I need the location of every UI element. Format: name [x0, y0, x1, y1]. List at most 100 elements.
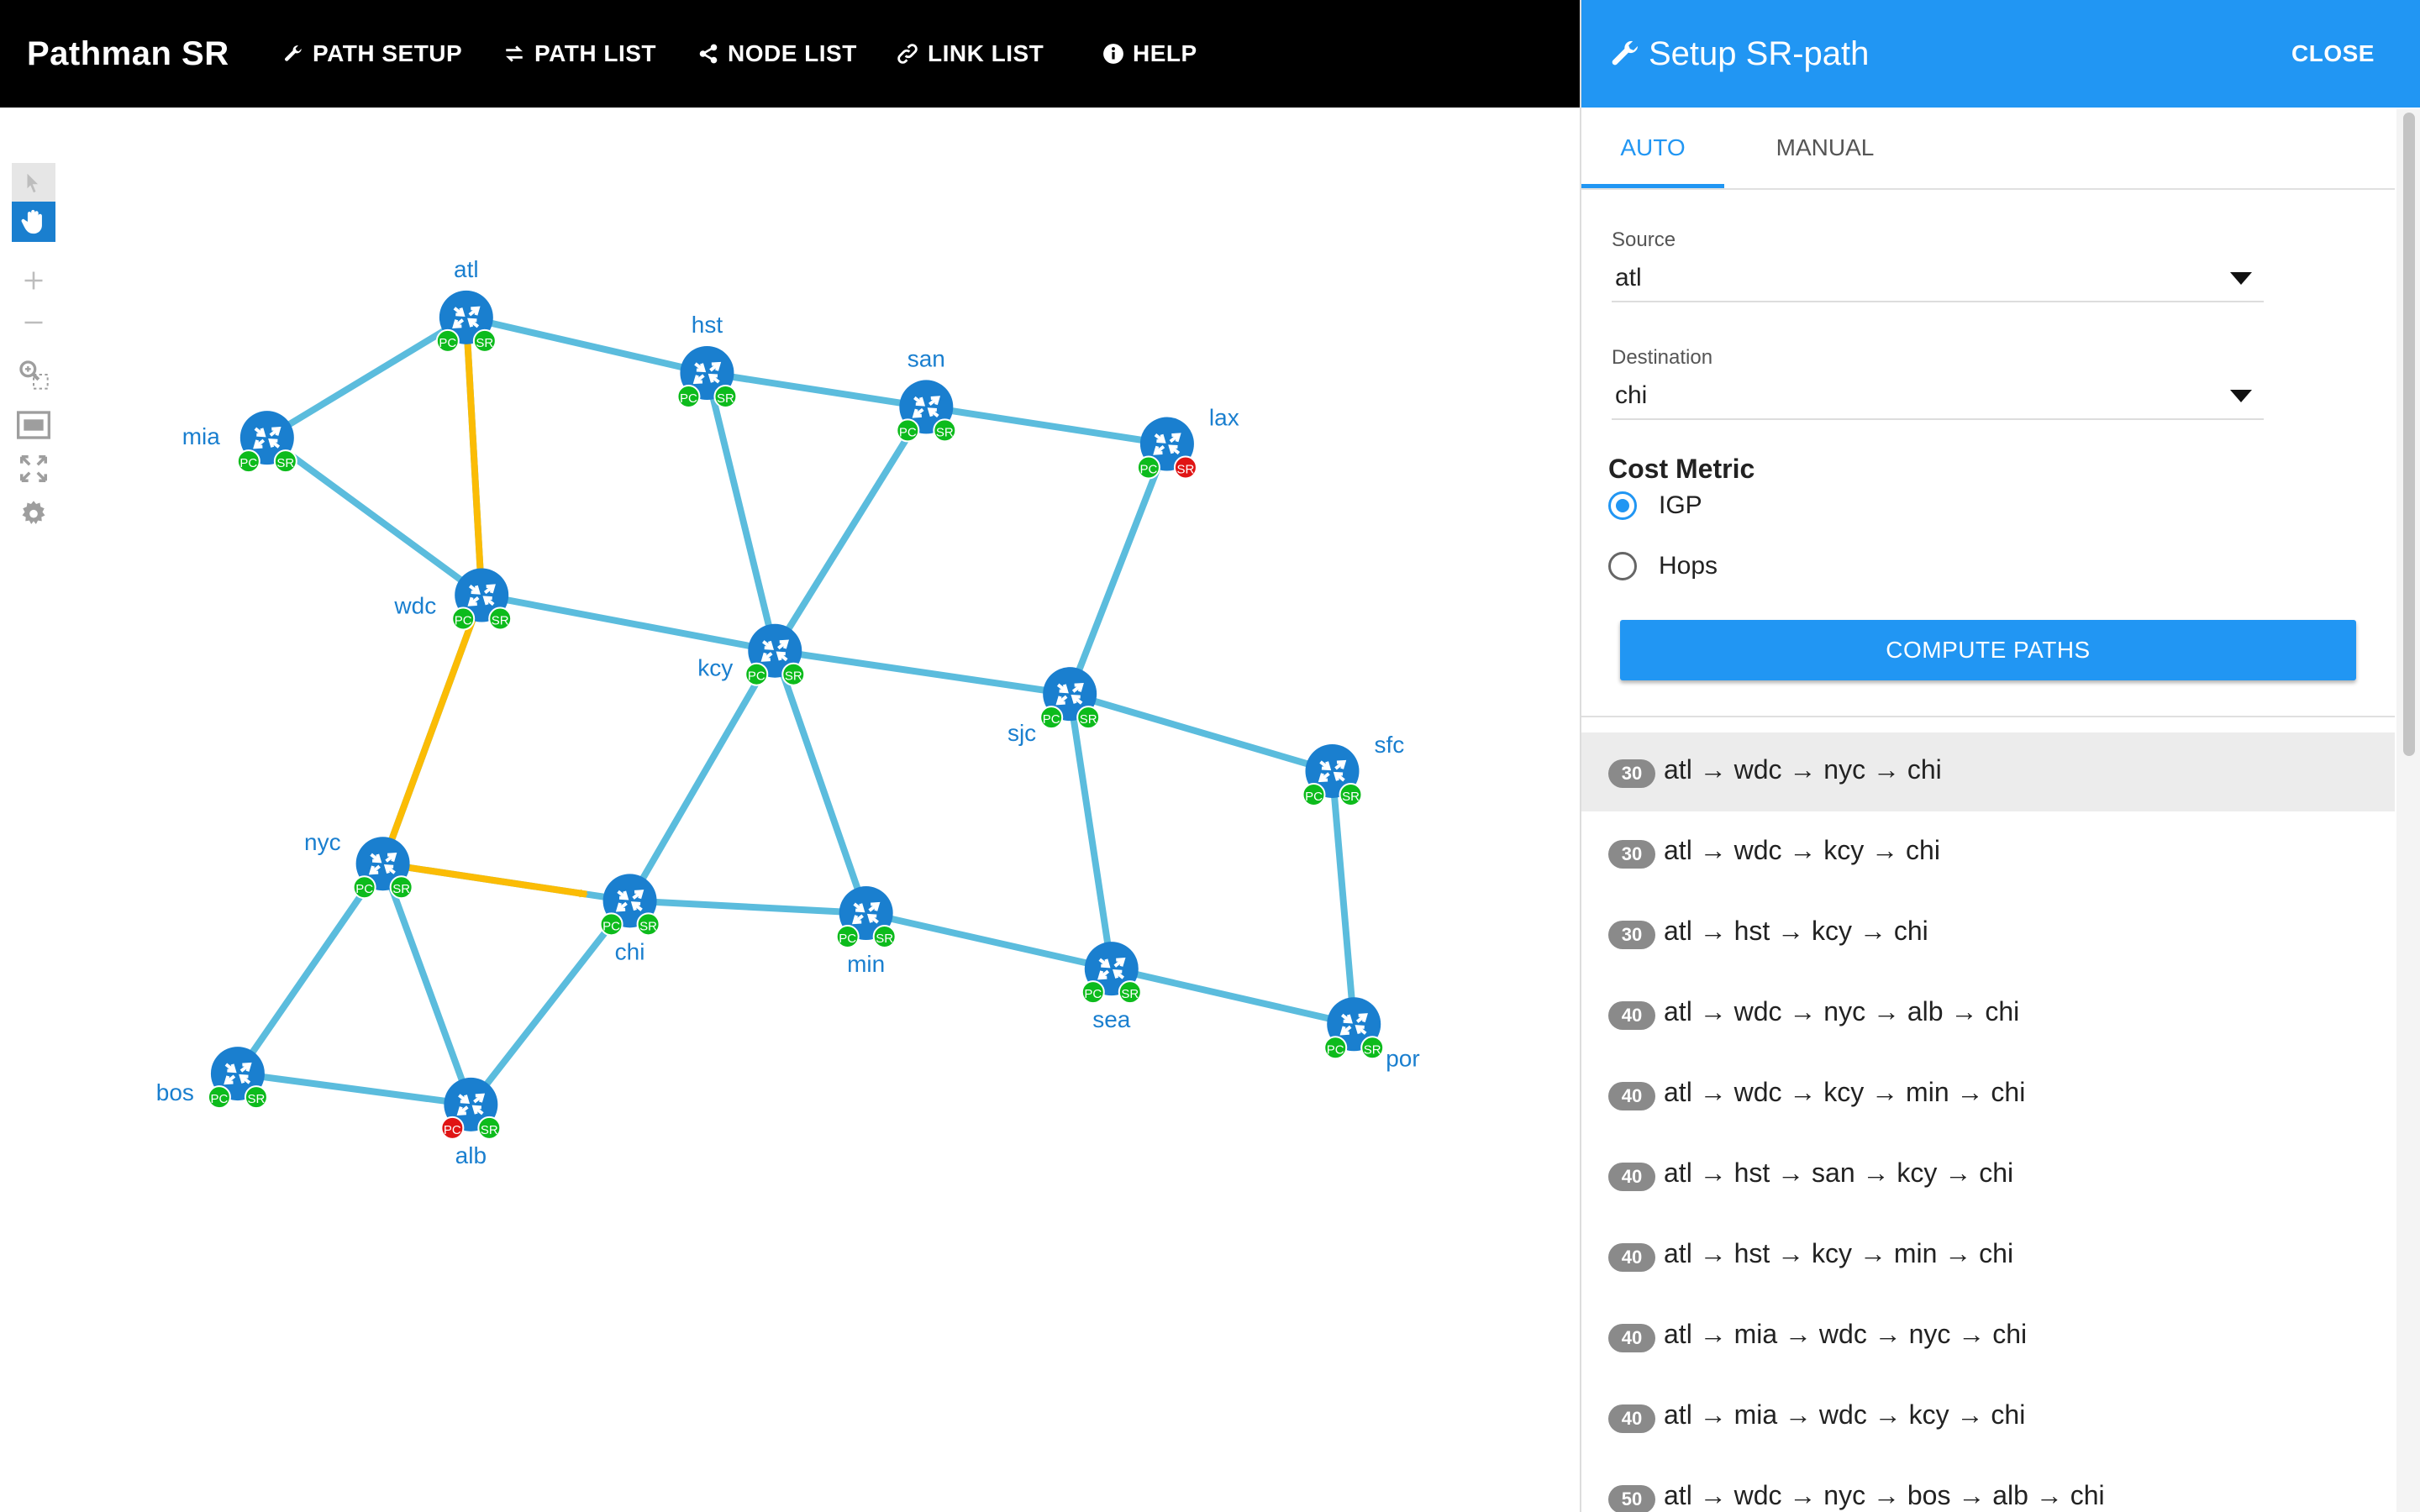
- compute-paths-button[interactable]: COMPUTE PATHS: [1620, 620, 2356, 680]
- path-result-row[interactable]: 40 atl → wdc → kcy → min → chi: [1581, 1055, 2395, 1134]
- nav-help[interactable]: HELP: [1102, 0, 1197, 108]
- sr-status-label: SR: [936, 425, 954, 439]
- radio-button[interactable]: [1608, 552, 1637, 580]
- node-mia[interactable]: PC SR mia: [182, 411, 297, 474]
- link-bos-alb[interactable]: [237, 1070, 471, 1108]
- pc-status-label: PC: [211, 1092, 229, 1106]
- link-atl-mia[interactable]: [265, 314, 468, 441]
- sr-status-label: SR: [1121, 987, 1139, 1001]
- gear-icon: [22, 501, 45, 524]
- node-nyc[interactable]: PC SR nyc: [304, 829, 413, 900]
- path-result-row[interactable]: 40 atl → wdc → nyc → alb → chi: [1581, 974, 2395, 1053]
- nav-path-list[interactable]: PATH LIST: [502, 0, 656, 108]
- radio-hops[interactable]: Hops: [1608, 548, 1718, 585]
- cost-badge: 40: [1608, 1404, 1655, 1433]
- node-san[interactable]: PC SR san: [896, 345, 957, 443]
- pan-tool[interactable]: [12, 202, 55, 242]
- node-bos[interactable]: PC SR bos: [156, 1047, 268, 1110]
- path-result-row[interactable]: 40 atl → hst → san → kcy → chi: [1581, 1136, 2395, 1215]
- topology-canvas[interactable]: PC SR atl PC SR hst PC SR san PC SR lax PC SR mia PC SR w…: [0, 108, 1580, 1512]
- cost-badge: 40: [1608, 1163, 1655, 1191]
- sr-status-label: SR: [476, 336, 493, 350]
- destination-select[interactable]: chi: [1612, 376, 2264, 420]
- path-result-row[interactable]: 40 atl → mia → wdc → nyc → chi: [1581, 1297, 2395, 1376]
- link-san-kcy[interactable]: [771, 405, 929, 653]
- scrollbar-thumb[interactable]: [2403, 113, 2415, 756]
- link-kcy-min[interactable]: [771, 649, 870, 915]
- node-alb[interactable]: PC SR alb: [440, 1077, 502, 1168]
- cost-badge: 40: [1608, 1001, 1655, 1030]
- node-sea[interactable]: PC SR sea: [1081, 942, 1142, 1032]
- path-result-row[interactable]: 50 atl → wdc → nyc → bos → alb → chi: [1581, 1458, 2395, 1512]
- link-lax-sjc[interactable]: [1066, 443, 1171, 696]
- panel-scrollbar[interactable]: [2396, 109, 2420, 1512]
- plus-icon: [24, 271, 43, 290]
- link-hst-kcy[interactable]: [703, 372, 779, 652]
- sr-status-label: SR: [639, 919, 657, 933]
- cost-badge: 40: [1608, 1324, 1655, 1352]
- sr-status-label: SR: [1080, 712, 1097, 727]
- link-sjc-sfc[interactable]: [1069, 690, 1334, 774]
- zoom-out-button[interactable]: [12, 302, 55, 343]
- path-text: atl → wdc → kcy → chi: [1664, 835, 1940, 865]
- top-navbar: Pathman SR PATH SETUP PATH LIST NODE LIS…: [0, 0, 1580, 108]
- select-tool[interactable]: [12, 163, 55, 203]
- radio-label: Hops: [1659, 552, 1718, 580]
- link-kcy-chi[interactable]: [627, 648, 778, 903]
- zoom-in-button[interactable]: [12, 260, 55, 301]
- node-sjc[interactable]: PC SR sjc: [1007, 667, 1101, 746]
- link-sea-por[interactable]: [1110, 965, 1355, 1028]
- link-atl-hst[interactable]: [465, 313, 708, 376]
- node-sfc[interactable]: PC SR sfc: [1302, 732, 1405, 806]
- link-mia-wdc[interactable]: [265, 434, 484, 598]
- path-result-row[interactable]: 40 atl → hst → kcy → min → chi: [1581, 1216, 2395, 1295]
- path-result-row[interactable]: 30 atl → wdc → kcy → chi: [1581, 813, 2395, 892]
- zoom-region-button[interactable]: [12, 354, 55, 395]
- path-result-row[interactable]: 30 atl → wdc → nyc → chi: [1581, 732, 2395, 811]
- link-min-sea[interactable]: [865, 910, 1113, 973]
- settings-button[interactable]: [12, 494, 55, 534]
- fit-view-button[interactable]: [12, 405, 55, 445]
- nav-node-list[interactable]: NODE LIST: [697, 0, 857, 108]
- fullscreen-button[interactable]: [12, 449, 55, 489]
- radio-button-selected[interactable]: [1608, 491, 1637, 520]
- link-wdc-kcy[interactable]: [481, 591, 776, 654]
- path-result-row[interactable]: 40 atl → mia → wdc → kcy → chi: [1581, 1378, 2395, 1457]
- pc-status-label: PC: [239, 456, 257, 470]
- link-kcy-sjc[interactable]: [774, 647, 1071, 698]
- nav-path-setup[interactable]: PATH SETUP: [282, 0, 462, 108]
- close-button[interactable]: CLOSE: [2291, 0, 2375, 108]
- link-nyc-alb[interactable]: [379, 862, 475, 1106]
- fit-icon: [17, 411, 50, 439]
- node-kcy[interactable]: PC SR kcy: [697, 623, 806, 686]
- link-sjc-sea[interactable]: [1066, 693, 1115, 969]
- node-hst[interactable]: PC SR hst: [676, 312, 738, 408]
- path-result-row[interactable]: 30 atl → hst → kcy → chi: [1581, 894, 2395, 973]
- link-hst-san[interactable]: [706, 370, 927, 411]
- hand-icon: [21, 209, 42, 234]
- node-atl[interactable]: PC SR atl: [435, 256, 497, 353]
- link-san-lax[interactable]: [925, 403, 1168, 448]
- tab-manual[interactable]: MANUAL: [1733, 108, 1918, 188]
- path-text: atl → wdc → nyc → alb → chi: [1664, 996, 2020, 1026]
- topology-graph[interactable]: PC SR atl PC SR hst PC SR san PC SR lax PC SR mia PC SR w…: [0, 108, 1580, 1512]
- node-chi[interactable]: PC SR chi: [599, 874, 660, 964]
- node-label: mia: [182, 423, 221, 449]
- node-label: sjc: [1007, 720, 1036, 746]
- highlight-path-segment: [382, 860, 589, 898]
- node-label: wdc: [393, 593, 436, 619]
- dropdown-caret-icon: [2230, 272, 2252, 285]
- tab-auto[interactable]: AUTO: [1581, 108, 1724, 188]
- nav-link-list[interactable]: LINK LIST: [896, 0, 1044, 108]
- node-por[interactable]: PC SR por: [1323, 997, 1420, 1071]
- node-min[interactable]: PC SR min: [835, 886, 897, 977]
- source-select[interactable]: atl: [1612, 259, 2264, 302]
- cost-badge: 30: [1608, 840, 1655, 869]
- link-chi-min[interactable]: [629, 897, 866, 917]
- radio-igp[interactable]: IGP: [1608, 487, 1702, 524]
- node-lax[interactable]: PC SR lax: [1136, 405, 1239, 480]
- node-label: min: [847, 951, 885, 977]
- sr-status-label: SR: [876, 932, 893, 946]
- minus-icon: [24, 321, 43, 324]
- link-sfc-por[interactable]: [1328, 770, 1358, 1025]
